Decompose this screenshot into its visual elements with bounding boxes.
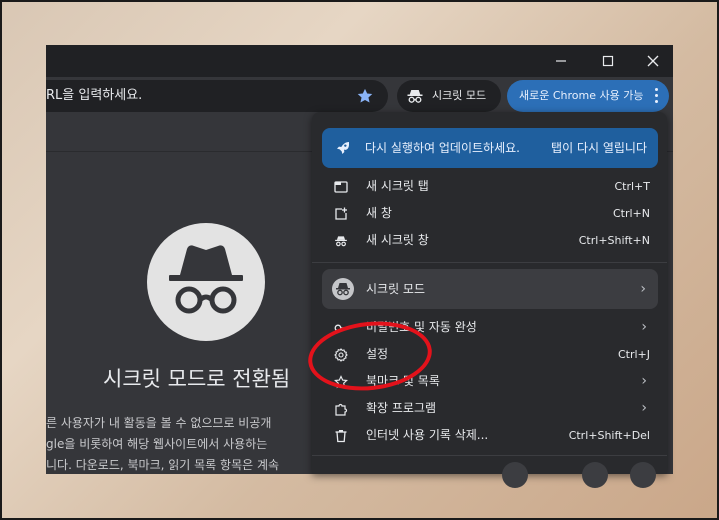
chrome-menu: 다시 실행하여 업데이트하세요. 탭이 다시 열립니다 새 시크릿 탭 Ctrl…	[312, 112, 667, 474]
chevron-right-icon: ›	[641, 400, 647, 416]
reopen-tabs-note: 탭이 다시 열립니다	[551, 141, 647, 155]
menu-item-label: 새 시크릿 창	[366, 233, 429, 247]
zoom-out-button[interactable]	[502, 462, 528, 488]
close-icon[interactable]	[631, 45, 673, 77]
update-chrome-button[interactable]: 새로운 Chrome 사용 가능	[507, 80, 669, 112]
chevron-right-icon: ›	[641, 319, 647, 335]
incognito-chip[interactable]: 시크릿 모드	[397, 80, 501, 112]
maximize-icon[interactable]	[586, 45, 630, 77]
puzzle-icon	[334, 401, 348, 416]
rocket-icon	[337, 142, 349, 154]
menu-item-new-incognito-tab[interactable]: 새 시크릿 탭 Ctrl+T	[312, 173, 667, 200]
chevron-right-icon: ›	[641, 373, 647, 389]
more-vert-icon[interactable]	[655, 88, 659, 104]
new-window-icon	[334, 206, 348, 220]
menu-item-label: 인터넷 사용 기록 삭제...	[366, 428, 489, 442]
menu-item-shortcut: Ctrl+T	[614, 180, 650, 193]
menu-item-shortcut: Ctrl+Shift+Del	[568, 429, 650, 442]
menu-item-shortcut: Ctrl+N	[612, 207, 650, 220]
relaunch-update-banner[interactable]: 다시 실행하여 업데이트하세요. 탭이 다시 열립니다	[322, 128, 658, 168]
description-line: 른 사용자가 내 활동을 볼 수 없으므로 비공개	[46, 416, 272, 430]
address-bar-placeholder: RL을 입력하세요.	[46, 88, 143, 103]
menu-item-shortcut: Ctrl+J	[617, 348, 650, 361]
title-bar	[46, 45, 673, 77]
description-line: gle을 비롯하여 해당 웹사이트에서 사용하는	[46, 437, 268, 451]
incognito-avatar-icon	[332, 278, 354, 300]
toolbar: RL을 입력하세요. 시크릿 모드 새로운 Chrome 사용 가능	[46, 77, 673, 117]
fullscreen-button[interactable]	[630, 462, 656, 488]
description-line: 니다. 다운로드, 북마크, 읽기 목록 항목은 계속	[46, 458, 280, 472]
incognito-logo-icon	[147, 223, 265, 341]
profile-row-incognito[interactable]: 시크릿 모드 ›	[322, 269, 658, 309]
incognito-icon	[407, 90, 423, 103]
bookmark-star-icon[interactable]	[356, 87, 374, 105]
menu-item-label: 확장 프로그램	[366, 401, 437, 415]
page-title: 시크릿 모드로 전환됨	[103, 367, 291, 391]
menu-zoom-row-partial	[312, 456, 667, 488]
incognito-chip-label: 시크릿 모드	[432, 89, 487, 102]
menu-separator	[312, 262, 667, 263]
menu-item-extensions[interactable]: 확장 프로그램 ›	[312, 395, 667, 422]
menu-item-new-window[interactable]: 새 창 Ctrl+N	[312, 200, 667, 227]
trash-icon	[334, 428, 348, 443]
menu-item-label: 새 창	[366, 206, 392, 220]
relaunch-update-text: 다시 실행하여 업데이트하세요.	[365, 141, 520, 155]
menu-item-label: 새 시크릿 탭	[366, 179, 429, 193]
zoom-in-button[interactable]	[582, 462, 608, 488]
menu-item-clear-browsing-data[interactable]: 인터넷 사용 기록 삭제... Ctrl+Shift+Del	[312, 422, 667, 449]
chevron-right-icon: ›	[640, 281, 646, 297]
update-chrome-label: 새로운 Chrome 사용 가능	[519, 89, 644, 102]
new-tab-icon	[334, 179, 348, 193]
address-bar[interactable]: RL을 입력하세요.	[46, 80, 388, 112]
menu-item-shortcut: Ctrl+Shift+N	[578, 234, 650, 247]
profile-label: 시크릿 모드	[366, 282, 426, 296]
menu-item-new-incognito-window[interactable]: 새 시크릿 창 Ctrl+Shift+N	[312, 227, 667, 254]
minimize-icon[interactable]	[539, 45, 583, 77]
incognito-icon	[334, 233, 348, 247]
